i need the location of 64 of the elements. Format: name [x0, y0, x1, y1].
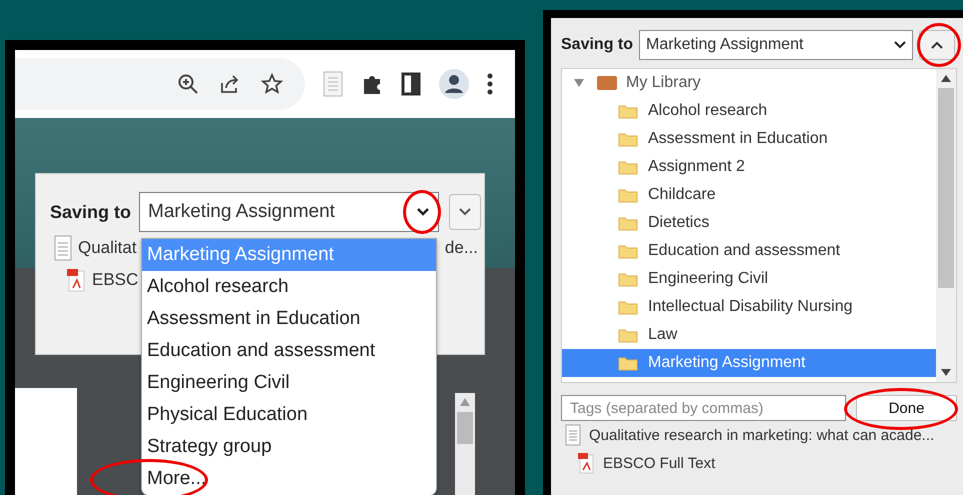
- tree-item[interactable]: Education and assessment: [562, 237, 936, 265]
- puzzle-icon[interactable]: [361, 73, 383, 95]
- folder-icon: [618, 103, 638, 119]
- saving-to-label: Saving to: [50, 202, 132, 222]
- dropdown-option[interactable]: Alcohol research: [142, 271, 436, 303]
- chevron-down-icon: [894, 41, 906, 49]
- avatar-icon[interactable]: [439, 69, 469, 99]
- item-title: Qualitative research in marketing: what can acade...: [589, 426, 934, 444]
- scrollbar-thumb[interactable]: [457, 412, 473, 444]
- scroll-down-icon[interactable]: [941, 369, 951, 376]
- dropdown-option[interactable]: Engineering Civil: [142, 367, 436, 399]
- zoom-icon[interactable]: [177, 73, 199, 95]
- done-button[interactable]: Done: [856, 395, 957, 421]
- collection-select[interactable]: Marketing Assignment: [139, 192, 440, 232]
- folder-icon: [618, 243, 638, 259]
- saving-to-label: Saving to: [561, 36, 634, 54]
- tree-item[interactable]: Marketing Assignment: [562, 349, 936, 377]
- folder-icon: [618, 299, 638, 315]
- share-icon[interactable]: [219, 73, 241, 95]
- document-icon: [54, 235, 72, 261]
- tree-item[interactable]: Intellectual Disability Nursing: [562, 293, 936, 321]
- dropdown-option[interactable]: Education and assessment: [142, 335, 436, 367]
- chevron-down-icon: [458, 207, 472, 217]
- collection-select[interactable]: Marketing Assignment: [639, 30, 914, 60]
- chevron-up-icon: [931, 41, 944, 49]
- dropdown-option[interactable]: Strategy group: [142, 431, 436, 463]
- tree-item[interactable]: Dietetics: [562, 209, 936, 237]
- item-title: EBSC: [92, 270, 138, 290]
- scrollbar[interactable]: [936, 69, 956, 382]
- tree-item[interactable]: Assignment 2: [562, 153, 936, 181]
- tree-item[interactable]: Childcare: [562, 181, 936, 209]
- item-title-end: de...: [444, 238, 478, 258]
- dropdown-option[interactable]: Physical Education: [142, 399, 436, 431]
- side-panel-icon[interactable]: [401, 72, 421, 96]
- item-title: Qualitat: [78, 238, 137, 258]
- tree-item[interactable]: My Library: [562, 69, 936, 97]
- tree-item[interactable]: Engineering Civil: [562, 265, 936, 293]
- tree-item[interactable]: Assessment in Education: [562, 125, 936, 153]
- pdf-icon: [577, 452, 595, 474]
- document-icon: [565, 424, 581, 446]
- tree-label: My Library: [626, 74, 701, 92]
- pdf-icon: [66, 268, 86, 292]
- tree-item[interactable]: Law: [562, 321, 936, 349]
- folder-icon: [618, 271, 638, 287]
- item-title: EBSCO Full Text: [603, 454, 716, 472]
- folder-icon: [618, 327, 638, 343]
- tree-item[interactable]: Alcohol research: [562, 97, 936, 125]
- dropdown-option[interactable]: More...: [142, 463, 436, 495]
- folder-icon: [618, 187, 638, 203]
- expand-button[interactable]: [449, 194, 482, 230]
- menu-icon[interactable]: [487, 72, 493, 96]
- folder-icon: [618, 215, 638, 231]
- address-bar[interactable]: [15, 58, 305, 110]
- scroll-up-icon[interactable]: [941, 75, 951, 82]
- folder-icon: [618, 355, 638, 371]
- collapse-button[interactable]: [919, 30, 956, 60]
- library-icon: [596, 75, 618, 91]
- dropdown-option[interactable]: Assessment in Education: [142, 303, 436, 335]
- scrollbar-thumb[interactable]: [938, 88, 954, 288]
- chevron-down-icon: [416, 207, 430, 217]
- tags-input[interactable]: Tags (separated by commas): [561, 395, 846, 421]
- folder-icon: [618, 159, 638, 175]
- star-icon[interactable]: [261, 73, 283, 95]
- folder-icon: [618, 131, 638, 147]
